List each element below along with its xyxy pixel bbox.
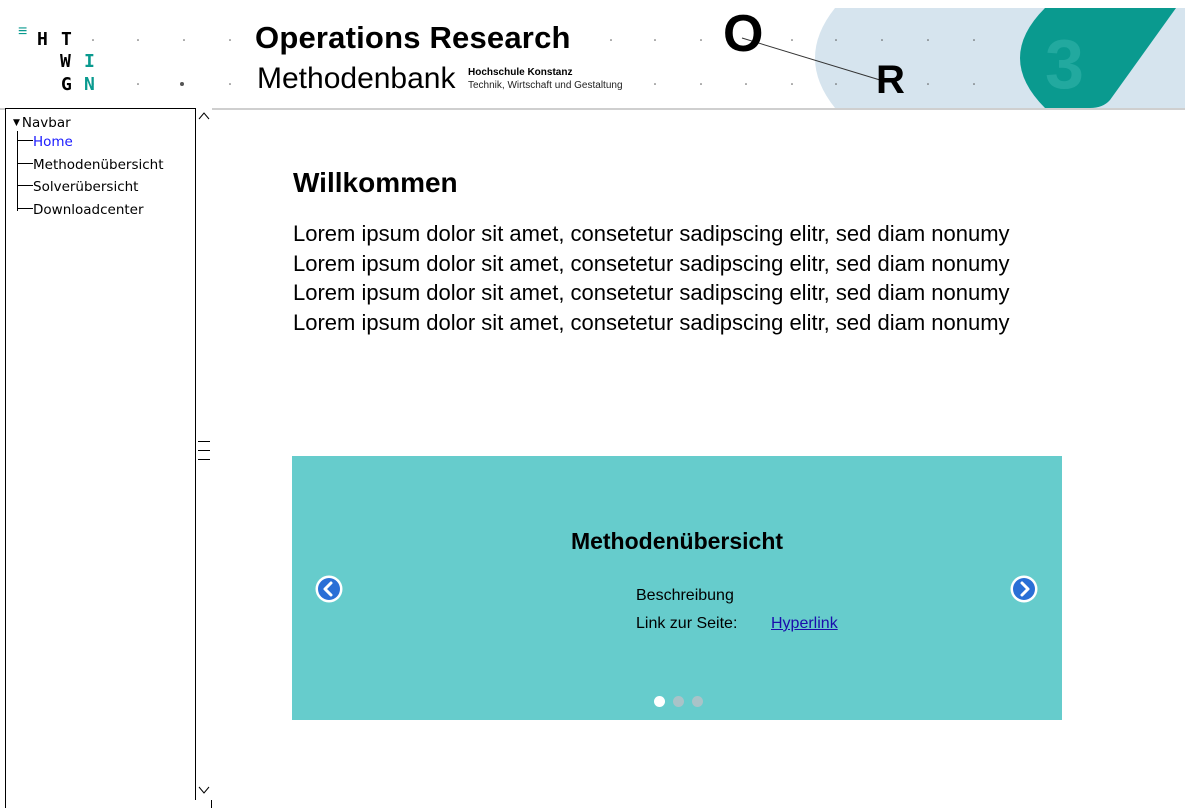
intro-line: Lorem ipsum dolor sit amet, consetetur s…: [293, 309, 1010, 335]
carousel-slide-title: Methodenübersicht: [570, 528, 784, 554]
carousel-hyperlink[interactable]: Hyperlink: [771, 615, 838, 633]
nav-tree-root-label: Navbar: [21, 115, 71, 131]
scroll-up-arrow-icon[interactable]: [196, 108, 212, 124]
scroll-down-arrow-icon[interactable]: [196, 782, 212, 798]
sidebar-item-label: Home: [33, 134, 73, 150]
carousel-next-button[interactable]: [1009, 574, 1039, 604]
sidebar-item-label: Methodenübersicht: [33, 157, 164, 173]
intro-line: Lorem ipsum dolor sit amet, consetetur s…: [293, 250, 1010, 276]
sidebar-item-solveruebersicht[interactable]: Solverübersicht: [17, 179, 138, 199]
sidebar-item-label: Downloadcenter: [33, 202, 144, 218]
scrollbar-thumb[interactable]: [198, 438, 210, 464]
sidebar-item-label: Solverübersicht: [33, 179, 139, 195]
sidebar-item-methodenuebersicht[interactable]: Methodenübersicht: [17, 157, 164, 177]
carousel-indicator-3[interactable]: [692, 696, 703, 707]
badge-graphic: 3: [1045, 25, 1084, 103]
carousel-prev-button[interactable]: [314, 574, 344, 604]
carousel-description: Beschreibung: [636, 587, 734, 604]
carousel-indicator-2[interactable]: [673, 696, 684, 707]
carousel: Methodenübersicht Beschreibung Link zur …: [292, 456, 1062, 720]
intro-line: Lorem ipsum dolor sit amet, consetetur s…: [293, 280, 1010, 306]
expand-triangle-icon: ▼: [13, 118, 20, 128]
carousel-indicator-1[interactable]: [654, 696, 665, 707]
header-banner: ≡ H T W I G N Operations Research Method…: [0, 0, 1185, 110]
intro-line: Lorem ipsum dolor sit amet, consetetur s…: [293, 221, 1010, 246]
chevron-right-icon: [1010, 575, 1038, 603]
page-title: Willkommen: [293, 167, 458, 198]
badge-number: 3: [1045, 25, 1084, 103]
sidebar-scrollbar[interactable]: [195, 108, 212, 800]
nav-tree-root[interactable]: ▼ Navbar: [13, 115, 71, 131]
chevron-left-icon: [315, 575, 343, 603]
sidebar-item-home[interactable]: Home: [17, 134, 73, 154]
sidebar-item-downloadcenter[interactable]: Downloadcenter: [17, 202, 144, 222]
intro-text: Lorem ipsum dolor sit amet, consetetur s…: [293, 219, 1010, 337]
carousel-link-label: Link zur Seite:: [636, 615, 738, 632]
